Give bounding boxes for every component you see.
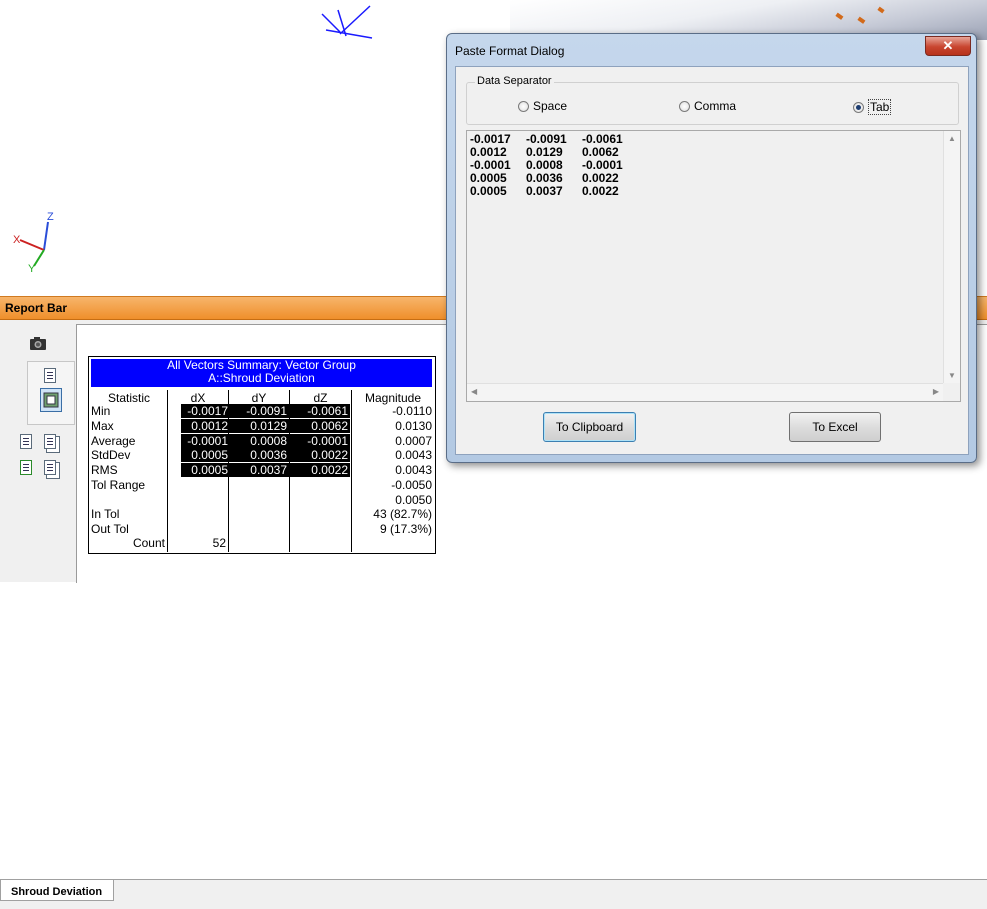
- cell-stddev-dy: 0.0036: [229, 448, 289, 462]
- cell-max-dy: 0.0129: [229, 419, 289, 433]
- report-bar-title: Report Bar: [5, 301, 68, 315]
- close-icon: ✕: [942, 38, 954, 53]
- paste-format-dialog: Paste Format Dialog ✕ Data Separator Spa…: [446, 33, 977, 463]
- tab-label: Shroud Deviation: [11, 886, 103, 898]
- orange-vector-marks: [835, 6, 885, 24]
- scroll-right-icon[interactable]: ▶: [933, 387, 939, 396]
- cell-min-dz: -0.0061: [290, 404, 350, 418]
- cell-in-tol: 43 (82.7%): [373, 507, 432, 521]
- cell-tol-range-high: 0.0050: [395, 493, 432, 507]
- report-page-icon[interactable]: [16, 430, 36, 452]
- cell-max-dz: 0.0062: [290, 419, 350, 433]
- report-tab-strip: Shroud Deviation: [0, 879, 987, 909]
- row-label-count: Count: [132, 536, 165, 550]
- cell-average-mag: 0.0007: [395, 434, 432, 448]
- column-divider: [167, 390, 168, 552]
- scroll-up-icon[interactable]: ▲: [948, 134, 956, 143]
- cell-rms-dy: 0.0037: [229, 463, 289, 477]
- radio-comma-label: Comma: [694, 99, 737, 113]
- axis-y-label: Y: [28, 263, 36, 275]
- output-value: 0.0022: [582, 184, 619, 198]
- paste-output-textarea[interactable]: -0.0017 -0.0091 -0.0061 0.0012 0.0129 0.…: [466, 130, 961, 402]
- output-text: -0.0017 -0.0091 -0.0061 0.0012 0.0129 0.…: [470, 133, 638, 198]
- report-new-icon[interactable]: [40, 456, 60, 478]
- report-multipage-icon[interactable]: [40, 430, 60, 452]
- axis-triad-icon: Z X Y: [13, 211, 54, 275]
- cell-count: 52: [212, 536, 226, 550]
- cell-max-dx: 0.0012: [181, 419, 230, 433]
- cell-average-dz: -0.0001: [290, 434, 350, 448]
- scroll-left-icon[interactable]: ◀: [471, 387, 477, 396]
- header-dz: dZ: [313, 391, 328, 405]
- row-label-out-tol: Out Tol: [91, 522, 129, 536]
- cell-max-mag: 0.0130: [395, 419, 432, 433]
- vector-summary-table: All Vectors Summary: Vector Group A::Shr…: [88, 356, 436, 554]
- cell-stddev-dz: 0.0022: [290, 448, 350, 462]
- tab-shroud-deviation[interactable]: Shroud Deviation: [0, 880, 114, 901]
- report-layout-icon[interactable]: [40, 388, 62, 412]
- row-label-in-tol: In Tol: [91, 507, 120, 521]
- radio-tab-label: Tab: [868, 99, 892, 115]
- cell-stddev-dx: 0.0005: [181, 448, 230, 462]
- radio-space[interactable]: Space: [518, 99, 567, 113]
- cell-average-dy: 0.0008: [229, 434, 289, 448]
- scroll-down-icon[interactable]: ▼: [948, 371, 956, 380]
- header-magnitude: Magnitude: [364, 391, 422, 405]
- axis-x-label: X: [13, 234, 21, 246]
- row-label-average: Average: [91, 434, 136, 448]
- radio-tab[interactable]: Tab: [853, 99, 892, 115]
- radio-button-icon: [679, 100, 690, 112]
- output-row: 0.0005 0.0037 0.0022: [470, 185, 638, 198]
- row-label-stddev: StdDev: [91, 448, 131, 462]
- output-value: 0.0037: [526, 184, 563, 198]
- dialog-client-area: Data Separator Space Comma Tab -0.0017 -…: [455, 66, 969, 455]
- cell-stddev-mag: 0.0043: [395, 448, 432, 462]
- axis-z-label: Z: [47, 211, 54, 223]
- summary-table-title: All Vectors Summary: Vector Group A::Shr…: [91, 359, 432, 387]
- cell-average-dx: -0.0001: [181, 434, 230, 448]
- radio-space-label: Space: [533, 99, 568, 113]
- horizontal-scrollbar[interactable]: ◀ ▶: [467, 383, 943, 401]
- cell-rms-dx: 0.0005: [181, 463, 230, 477]
- radio-comma[interactable]: Comma: [679, 99, 736, 113]
- radio-button-checked-icon: [853, 101, 864, 113]
- header-dy: dY: [251, 391, 267, 405]
- data-separator-group: Data Separator Space Comma Tab: [466, 75, 959, 125]
- cell-rms-dz: 0.0022: [290, 463, 350, 477]
- vector-glyph: [321, 5, 373, 39]
- summary-title-line2: A::Shroud Deviation: [208, 371, 315, 385]
- data-separator-label: Data Separator: [475, 75, 554, 87]
- camera-icon[interactable]: [28, 332, 48, 354]
- header-dx: dX: [190, 391, 206, 405]
- row-label-max: Max: [91, 419, 114, 433]
- cell-rms-mag: 0.0043: [395, 463, 432, 477]
- cell-min-dx: -0.0017: [181, 404, 230, 418]
- row-label-min: Min: [91, 404, 111, 418]
- output-value: 0.0005: [470, 184, 507, 198]
- cell-out-tol: 9 (17.3%): [379, 522, 432, 536]
- report-check-icon[interactable]: [40, 364, 60, 386]
- close-button[interactable]: ✕: [925, 36, 971, 56]
- vertical-scrollbar[interactable]: ▲ ▼: [943, 131, 960, 383]
- to-clipboard-button[interactable]: To Clipboard: [543, 412, 636, 442]
- radio-button-icon: [518, 100, 529, 112]
- row-label-rms: RMS: [91, 463, 118, 477]
- report-toolbar: [14, 328, 75, 503]
- cell-min-dy: -0.0091: [229, 404, 289, 418]
- cell-min-mag: -0.0110: [392, 404, 432, 418]
- header-statistic: Statistic: [107, 391, 150, 405]
- row-label-tol-range: Tol Range: [91, 478, 146, 492]
- report-add-icon[interactable]: [16, 456, 36, 478]
- cell-tol-range-low: -0.0050: [391, 478, 432, 492]
- to-excel-button[interactable]: To Excel: [789, 412, 881, 442]
- dialog-title: Paste Format Dialog: [455, 44, 565, 58]
